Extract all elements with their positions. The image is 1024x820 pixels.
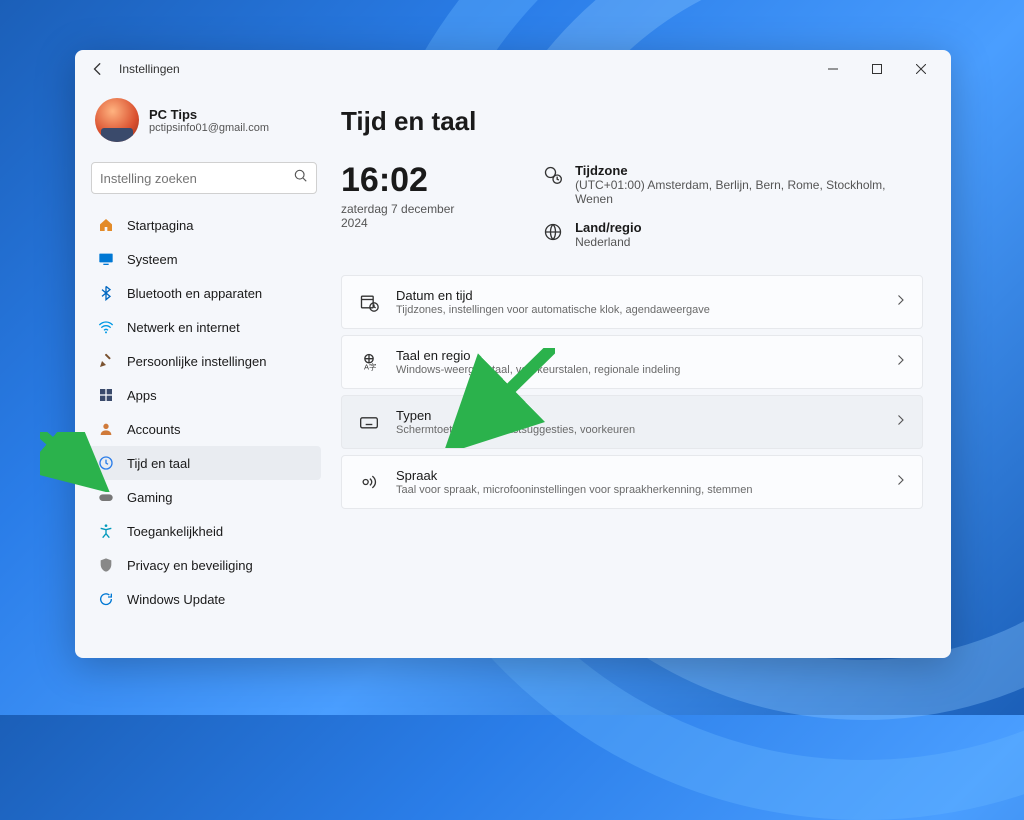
card-desc: Windows-weergavetaal, voorkeurstalen, re… bbox=[396, 364, 878, 376]
sidebar-item-label: Persoonlijke instellingen bbox=[127, 354, 266, 369]
arrow-left-icon bbox=[91, 62, 105, 76]
calendar-clock-icon bbox=[358, 291, 380, 313]
accessibility-icon bbox=[97, 522, 115, 540]
region-row[interactable]: Land/regio Nederland bbox=[543, 220, 923, 249]
sidebar-item[interactable]: Accounts bbox=[87, 412, 321, 446]
system-icon bbox=[97, 250, 115, 268]
search-icon bbox=[294, 169, 308, 188]
nav-list: Startpagina Systeem Bluetooth en apparaten… bbox=[87, 208, 321, 616]
update-icon bbox=[97, 590, 115, 608]
close-icon bbox=[916, 64, 926, 74]
home-icon bbox=[97, 216, 115, 234]
card-desc: Taal voor spraak, microfooninstellingen … bbox=[396, 484, 878, 496]
region-value: Nederland bbox=[575, 235, 641, 249]
sidebar: PC Tips pctipsinfo01@gmail.com Startpagi… bbox=[75, 88, 333, 658]
gaming-icon bbox=[97, 488, 115, 506]
speech-icon bbox=[358, 471, 380, 493]
card-title: Typen bbox=[396, 408, 878, 423]
maximize-icon bbox=[872, 64, 882, 74]
sidebar-item-label: Apps bbox=[127, 388, 157, 403]
sidebar-item-label: Bluetooth en apparaten bbox=[127, 286, 262, 301]
keyboard-icon bbox=[358, 411, 380, 433]
privacy-icon bbox=[97, 556, 115, 574]
chevron-right-icon bbox=[894, 293, 906, 311]
card-desc: Schermtoetsenbord, tekstsuggesties, voor… bbox=[396, 424, 878, 436]
clock-date: zaterdag 7 december 2024 bbox=[341, 202, 483, 230]
sidebar-item[interactable]: Netwerk en internet bbox=[87, 310, 321, 344]
globe-clock-icon bbox=[543, 165, 563, 185]
sidebar-item-label: Startpagina bbox=[127, 218, 194, 233]
sidebar-item[interactable]: Tijd en taal bbox=[87, 446, 321, 480]
chevron-right-icon bbox=[894, 413, 906, 431]
settings-window: Instellingen PC Tips pctipsinfo01@gmail.… bbox=[75, 50, 951, 658]
personalize-icon bbox=[97, 352, 115, 370]
cards: Datum en tijdTijdzones, instellingen voo… bbox=[341, 275, 923, 509]
sidebar-item[interactable]: Windows Update bbox=[87, 582, 321, 616]
close-button[interactable] bbox=[899, 54, 943, 84]
sidebar-item-label: Windows Update bbox=[127, 592, 225, 607]
summary: 16:02 zaterdag 7 december 2024 Tijdzone … bbox=[341, 161, 923, 249]
sidebar-item[interactable]: Bluetooth en apparaten bbox=[87, 276, 321, 310]
search-input[interactable] bbox=[100, 171, 294, 186]
globe-icon bbox=[543, 222, 563, 242]
sidebar-item[interactable]: Gaming bbox=[87, 480, 321, 514]
sidebar-item-label: Accounts bbox=[127, 422, 180, 437]
minimize-button[interactable] bbox=[811, 54, 855, 84]
chevron-right-icon bbox=[894, 353, 906, 371]
profile-name: PC Tips bbox=[149, 107, 269, 122]
sidebar-item-label: Systeem bbox=[127, 252, 178, 267]
page-title: Tijd en taal bbox=[341, 106, 923, 137]
profile[interactable]: PC Tips pctipsinfo01@gmail.com bbox=[87, 88, 321, 158]
language-region-icon: A字 bbox=[358, 351, 380, 373]
bluetooth-icon bbox=[97, 284, 115, 302]
sidebar-item-label: Netwerk en internet bbox=[127, 320, 240, 335]
sidebar-item-label: Gaming bbox=[127, 490, 173, 505]
avatar bbox=[95, 98, 139, 142]
sidebar-item-label: Tijd en taal bbox=[127, 456, 190, 471]
sidebar-item[interactable]: Apps bbox=[87, 378, 321, 412]
search-box[interactable] bbox=[91, 162, 317, 194]
maximize-button[interactable] bbox=[855, 54, 899, 84]
settings-card[interactable]: Datum en tijdTijdzones, instellingen voo… bbox=[341, 275, 923, 329]
svg-text:A字: A字 bbox=[364, 362, 377, 372]
card-title: Taal en regio bbox=[396, 348, 878, 363]
accounts-icon bbox=[97, 420, 115, 438]
timezone-row[interactable]: Tijdzone (UTC+01:00) Amsterdam, Berlijn,… bbox=[543, 163, 923, 206]
timezone-label: Tijdzone bbox=[575, 163, 923, 178]
region-label: Land/regio bbox=[575, 220, 641, 235]
sidebar-item[interactable]: Persoonlijke instellingen bbox=[87, 344, 321, 378]
card-title: Datum en tijd bbox=[396, 288, 878, 303]
card-desc: Tijdzones, instellingen voor automatisch… bbox=[396, 304, 878, 316]
clock-time: 16:02 bbox=[341, 161, 483, 200]
sidebar-item-label: Toegankelijkheid bbox=[127, 524, 223, 539]
apps-icon bbox=[97, 386, 115, 404]
clock: 16:02 zaterdag 7 december 2024 bbox=[341, 161, 483, 249]
titlebar: Instellingen bbox=[75, 50, 951, 88]
meta: Tijdzone (UTC+01:00) Amsterdam, Berlijn,… bbox=[543, 161, 923, 249]
profile-email: pctipsinfo01@gmail.com bbox=[149, 122, 269, 134]
chevron-right-icon bbox=[894, 473, 906, 491]
network-icon bbox=[97, 318, 115, 336]
window-title: Instellingen bbox=[119, 62, 180, 76]
sidebar-item-label: Privacy en beveiliging bbox=[127, 558, 253, 573]
sidebar-item[interactable]: Startpagina bbox=[87, 208, 321, 242]
settings-card[interactable]: TypenSchermtoetsenbord, tekstsuggesties,… bbox=[341, 395, 923, 449]
minimize-icon bbox=[828, 64, 838, 74]
timezone-value: (UTC+01:00) Amsterdam, Berlijn, Bern, Ro… bbox=[575, 178, 923, 206]
sidebar-item[interactable]: Systeem bbox=[87, 242, 321, 276]
settings-card[interactable]: SpraakTaal voor spraak, microfooninstell… bbox=[341, 455, 923, 509]
settings-card[interactable]: A字 Taal en regioWindows-weergavetaal, voo… bbox=[341, 335, 923, 389]
sidebar-item[interactable]: Toegankelijkheid bbox=[87, 514, 321, 548]
back-button[interactable] bbox=[83, 54, 113, 84]
sidebar-item[interactable]: Privacy en beveiliging bbox=[87, 548, 321, 582]
main-content: Tijd en taal 16:02 zaterdag 7 december 2… bbox=[333, 88, 951, 658]
time-icon bbox=[97, 454, 115, 472]
card-title: Spraak bbox=[396, 468, 878, 483]
